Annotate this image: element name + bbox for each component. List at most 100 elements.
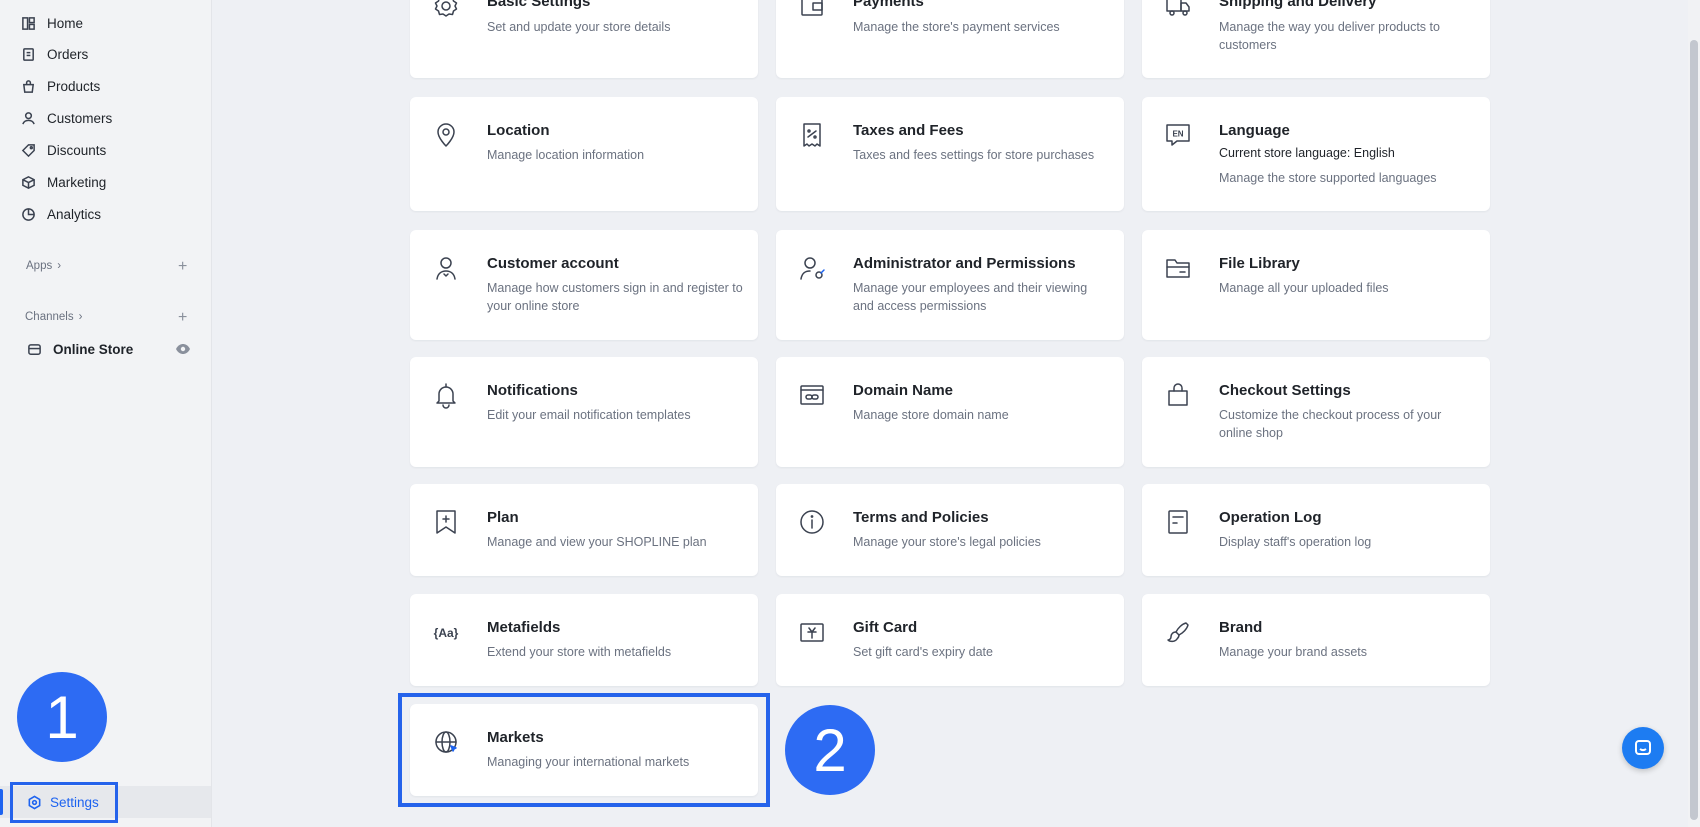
card-description: Manage location information [487,148,645,162]
card-title: Location [487,122,550,139]
card-description: Manage the way you deliver products to c… [1219,20,1440,52]
gift-card-icon [798,618,826,646]
shopping-bag-icon [1164,381,1192,409]
card-description: Manage your brand assets [1219,645,1368,659]
location-card[interactable]: Location Manage location information [410,97,758,211]
eye-icon[interactable] [175,341,191,357]
step-badge-1: 1 [17,672,107,762]
sidebar-item-orders[interactable]: Orders [20,41,88,67]
sidebar-item-customers[interactable]: Customers [20,105,112,131]
analytics-icon [20,206,37,223]
brand-brush-icon [1164,618,1192,646]
domain-link-icon [798,381,826,409]
card-description: Manage your employees and their viewing … [853,281,1088,313]
sidebar-item-label: Discounts [47,142,107,158]
sidebar-item-settings[interactable]: Settings [10,782,118,823]
customer-account-card[interactable]: Customer account Manage how customers si… [410,230,758,340]
marketing-icon [20,174,37,191]
channels-section-toggle[interactable]: Channels › [25,311,82,323]
sidebar-item-label: Orders [47,46,89,62]
orders-icon [20,46,37,63]
sidebar-item-label: Online Store [53,341,134,357]
truck-icon [1164,0,1192,20]
card-title: Shipping and Delivery [1219,0,1377,10]
apps-section-toggle[interactable]: Apps › [26,260,61,272]
card-description: Edit your email notification templates [487,408,691,422]
domain-name-card[interactable]: Domain Name Manage store domain name [776,357,1124,467]
settings-gear-icon [27,795,42,810]
card-title: Payments [853,0,924,10]
card-title: Administrator and Permissions [853,255,1076,272]
home-icon [20,15,37,32]
card-title: Brand [1219,619,1263,636]
language-card[interactable]: EN Language Current store language: Engl… [1142,97,1490,211]
checkout-settings-card[interactable]: Checkout Settings Customize the checkout… [1142,357,1490,467]
admin-permissions-card[interactable]: Administrator and Permissions Manage you… [776,230,1124,340]
plan-bookmark-icon [432,508,460,536]
card-title: Metafields [487,619,561,636]
sidebar-item-label: Marketing [47,174,107,190]
chat-icon [1633,738,1653,758]
customer-account-icon [432,254,460,282]
current-language-text: Current store language: English [1219,146,1395,160]
basic-settings-card[interactable]: Basic Settings Set and update your store… [410,0,758,78]
metafields-card[interactable]: {Aa} Metafields Extend your store with m… [410,594,758,686]
svg-text:EN: EN [1172,130,1183,139]
sidebar-item-discounts[interactable]: Discounts [20,137,106,163]
card-title: Notifications [487,382,578,399]
terms-policies-card[interactable]: Terms and Policies Manage your store's l… [776,484,1124,576]
card-title: Taxes and Fees [853,122,964,139]
wallet-icon [798,0,826,20]
products-icon [20,78,37,95]
add-channel-button[interactable]: + [178,310,187,326]
card-description: Manage and view your SHOPLINE plan [487,535,707,549]
receipt-icon [798,121,826,149]
taxes-fees-card[interactable]: Taxes and Fees Taxes and fees settings f… [776,97,1124,211]
card-description: Customize the checkout process of your o… [1219,408,1442,440]
card-description: Set and update your store details [487,20,671,34]
file-library-card[interactable]: File Library Manage all your uploaded fi… [1142,230,1490,340]
admin-permissions-icon [798,254,826,282]
card-description: Manage your store's legal policies [853,535,1041,549]
card-title: File Library [1219,255,1300,272]
brand-card[interactable]: Brand Manage your brand assets [1142,594,1490,686]
active-indicator [0,789,3,815]
chevron-right-icon: › [57,260,62,272]
card-description: Manage the store's payment services [853,20,1060,34]
card-description: Manage store domain name [853,408,1009,422]
apps-label: Apps [26,260,53,272]
card-title: Plan [487,509,519,526]
card-description: Set gift card's expiry date [853,645,993,659]
card-title: Language [1219,122,1290,139]
card-description: Manage how customers sign in and registe… [487,281,743,313]
gear-icon [432,0,460,20]
metafields-icon: {Aa} [432,618,460,646]
sidebar-item-label: Products [47,78,101,94]
payments-card[interactable]: Payments Manage the store's payment serv… [776,0,1124,78]
sidebar-item-home[interactable]: Home [20,10,83,36]
sidebar-item-online-store[interactable]: Online Store [26,336,133,362]
bell-icon [432,381,460,409]
card-title: Customer account [487,255,619,272]
card-title: Basic Settings [487,0,591,10]
sidebar-item-products[interactable]: Products [20,73,100,99]
step-badge-2: 2 [785,705,875,795]
card-title: Checkout Settings [1219,382,1351,399]
card-description: Extend your store with metafields [487,645,672,659]
card-description: Manage all your uploaded files [1219,281,1389,295]
scrollbar-thumb[interactable] [1690,40,1698,820]
location-pin-icon [432,121,460,149]
sidebar-item-analytics[interactable]: Analytics [20,201,101,227]
add-app-button[interactable]: + [178,259,187,275]
gift-card-card[interactable]: Gift Card Set gift card's expiry date [776,594,1124,686]
operation-log-card[interactable]: Operation Log Display staff's operation … [1142,484,1490,576]
card-description: Taxes and fees settings for store purcha… [853,148,1095,162]
card-title: Domain Name [853,382,954,399]
sidebar-item-label: Home [47,15,84,31]
chevron-right-icon: › [78,311,83,323]
plan-card[interactable]: Plan Manage and view your SHOPLINE plan [410,484,758,576]
sidebar-item-marketing[interactable]: Marketing [20,169,106,195]
notifications-card[interactable]: Notifications Edit your email notificati… [410,357,758,467]
shipping-delivery-card[interactable]: Shipping and Delivery Manage the way you… [1142,0,1490,78]
chat-support-button[interactable] [1622,727,1664,769]
